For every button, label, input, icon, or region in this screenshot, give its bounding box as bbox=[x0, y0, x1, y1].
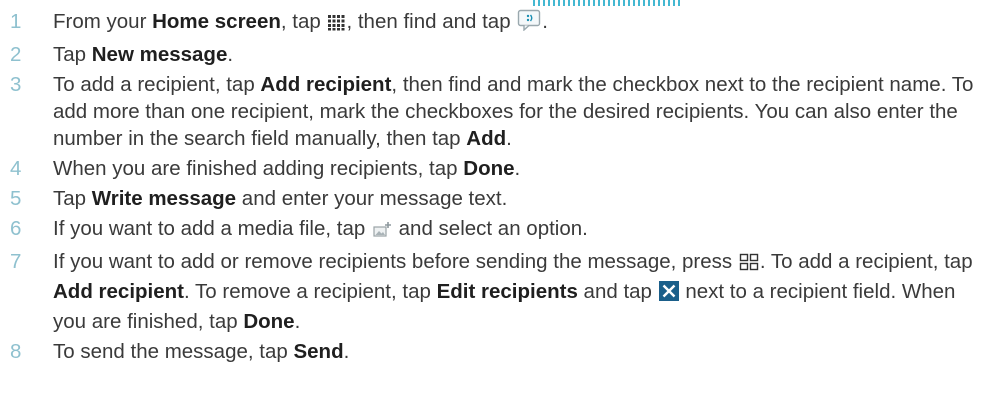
step-2: 2 Tap New message. bbox=[10, 43, 234, 66]
ui-term: New message bbox=[91, 43, 228, 66]
step-number: 6 bbox=[10, 217, 22, 240]
step-4: 4 When you are finished adding recipient… bbox=[10, 157, 521, 180]
ui-term: Add recipient bbox=[53, 280, 184, 303]
remove-x-icon bbox=[658, 281, 679, 308]
step-number: 8 bbox=[10, 340, 22, 363]
ui-term: Write message bbox=[91, 187, 237, 210]
step-8: 8 To send the message, tap Send. bbox=[10, 340, 350, 363]
ui-term: Add bbox=[466, 127, 507, 150]
attach-media-icon bbox=[372, 218, 392, 245]
step-number: 7 bbox=[10, 250, 22, 273]
messaging-icon bbox=[517, 9, 541, 38]
app-grid-icon bbox=[327, 11, 345, 38]
step-1: 1 From your Home screen, tap , then find… bbox=[10, 8, 980, 38]
step-6: 6 If you want to add a media file, tap a… bbox=[10, 215, 980, 245]
ui-term: Home screen bbox=[152, 10, 281, 33]
ui-term: Edit recipients bbox=[436, 280, 578, 303]
ui-term: Send bbox=[293, 340, 344, 363]
menu-icon bbox=[739, 251, 759, 278]
cropped-heading bbox=[0, 0, 989, 6]
step-7: 7 If you want to add or remove recipient… bbox=[10, 250, 973, 333]
ui-term: Add recipient bbox=[260, 73, 392, 96]
step-5: 5 Tap Write message and enter your messa… bbox=[10, 187, 508, 210]
ui-term: Done bbox=[463, 157, 515, 180]
step-number: 4 bbox=[10, 157, 22, 180]
ui-term: Done bbox=[243, 310, 295, 333]
step-number: 1 bbox=[10, 10, 22, 33]
instruction-list: 1 From your Home screen, tap , then find… bbox=[10, 8, 980, 368]
step-number: 2 bbox=[10, 43, 22, 66]
step-number: 5 bbox=[10, 187, 22, 210]
step-number: 3 bbox=[10, 73, 22, 96]
step-3: 3 To add a recipient, tap Add recipient,… bbox=[10, 73, 974, 150]
